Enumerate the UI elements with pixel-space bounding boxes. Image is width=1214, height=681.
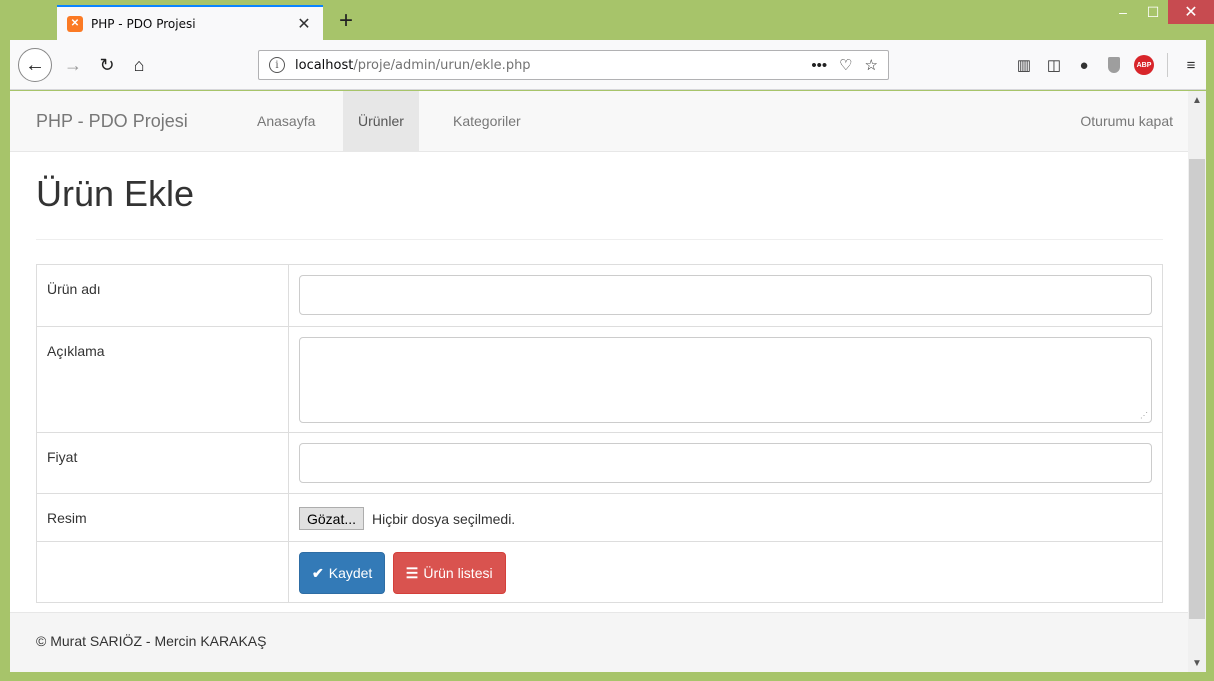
browser-window: ✕ PHP - PDO Projesi ✕ + – ☐ ✕ ← → ↻ ⌂ i … [0, 0, 1214, 681]
tab-close-icon[interactable]: ✕ [293, 13, 315, 35]
form-row-image: Resim Gözat... Hiçbir dosya seçilmedi. [37, 493, 1162, 541]
list-icon: ☰ [405, 564, 419, 581]
footer-text: © Murat SARIÖZ - Mercin KARAKAŞ [36, 633, 267, 649]
scroll-thumb[interactable] [1189, 159, 1205, 619]
price-input[interactable] [299, 443, 1152, 483]
url-bar[interactable]: i localhost/proje/admin/urun/ekle.php ••… [258, 50, 889, 80]
browser-tab[interactable]: ✕ PHP - PDO Projesi ✕ [57, 5, 323, 40]
hamburger-menu-icon[interactable]: ≡ [1176, 52, 1206, 78]
window-controls: – ☐ ✕ [1108, 0, 1214, 30]
site-navbar: PHP - PDO Projesi Anasayfa Ürünler Kateg… [10, 91, 1188, 152]
url-actions: ••• ♡ ☆ [811, 56, 878, 75]
info-icon[interactable]: i [269, 57, 285, 73]
form-row-name: Ürün adı [37, 265, 1162, 326]
extension-icon[interactable]: ● [1069, 52, 1099, 78]
sidebar-icon[interactable]: ◫ [1039, 52, 1069, 78]
toolbar-extensions: ▥ ◫ ● ABP ≡ [1009, 52, 1206, 78]
tab-strip: ✕ PHP - PDO Projesi ✕ + – ☐ ✕ [0, 0, 1214, 40]
forward-icon[interactable]: → [60, 52, 86, 78]
description-cell: ⋰ [289, 327, 1162, 432]
file-status: Hiçbir dosya seçilmedi. [372, 510, 516, 527]
shield-extension-icon[interactable] [1099, 52, 1129, 78]
price-cell [289, 433, 1162, 493]
form-row-price: Fiyat [37, 432, 1162, 493]
scroll-up-icon[interactable]: ▲ [1188, 91, 1206, 109]
image-label: Resim [37, 494, 289, 541]
file-input: Gözat... Hiçbir dosya seçilmedi. [299, 504, 1152, 530]
description-label: Açıklama [37, 327, 289, 432]
pocket-icon[interactable]: ♡ [839, 56, 852, 74]
product-list-button-label: Ürün listesi [423, 565, 493, 581]
adblock-plus-icon[interactable]: ABP [1129, 52, 1159, 78]
product-name-input[interactable] [299, 275, 1152, 315]
url-path: /proje/admin/urun/ekle.php [353, 57, 531, 73]
nav-toolbar: ← → ↻ ⌂ i localhost/proje/admin/urun/ekl… [10, 40, 1206, 90]
minimize-icon[interactable]: – [1108, 0, 1138, 24]
back-icon[interactable]: ← [18, 48, 52, 82]
url-text[interactable]: localhost/proje/admin/urun/ekle.php [295, 58, 811, 73]
abp-badge: ABP [1134, 55, 1154, 75]
site-footer: © Murat SARIÖZ - Mercin KARAKAŞ [10, 612, 1188, 672]
window-close-icon[interactable]: ✕ [1168, 0, 1214, 24]
page-actions-icon[interactable]: ••• [811, 57, 827, 74]
product-list-button[interactable]: ☰ Ürün listesi [392, 552, 506, 594]
form-row-actions: ✔ Kaydet ☰ Ürün listesi [37, 541, 1162, 602]
nav-link-kategoriler[interactable]: Kategoriler [438, 91, 536, 151]
new-tab-icon[interactable]: + [333, 8, 359, 34]
xampp-icon: ✕ [67, 15, 83, 32]
browse-button[interactable]: Gözat... [299, 507, 365, 530]
library-icon[interactable]: ▥ [1009, 52, 1039, 78]
nav-link-urunler[interactable]: Ürünler [343, 91, 419, 151]
tab-title: PHP - PDO Projesi [91, 16, 196, 31]
actions-cell: ✔ Kaydet ☰ Ürün listesi [289, 542, 1162, 602]
shield-icon [1108, 57, 1120, 73]
image-cell: Gözat... Hiçbir dosya seçilmedi. [289, 494, 1162, 541]
checkmark-icon: ✔ [312, 564, 324, 581]
form-row-description: Açıklama ⋰ [37, 326, 1162, 432]
reload-icon[interactable]: ↻ [94, 52, 120, 78]
vertical-scrollbar[interactable]: ▲ ▼ [1188, 91, 1206, 672]
actions-label-cell [37, 542, 289, 602]
maximize-icon[interactable]: ☐ [1138, 0, 1168, 24]
save-button-label: Kaydet [328, 565, 373, 581]
resize-grip-icon[interactable]: ⋰ [1140, 411, 1148, 420]
logout-link[interactable]: Oturumu kapat [1080, 91, 1173, 151]
description-textarea[interactable]: ⋰ [299, 337, 1152, 423]
bookmark-star-icon[interactable]: ☆ [865, 56, 878, 74]
name-cell [289, 265, 1162, 326]
save-button[interactable]: ✔ Kaydet [299, 552, 386, 594]
navbar-brand[interactable]: PHP - PDO Projesi [36, 111, 188, 132]
toolbar-separator [1167, 53, 1168, 77]
divider [36, 239, 1163, 240]
price-label: Fiyat [37, 433, 289, 493]
home-icon[interactable]: ⌂ [126, 52, 152, 78]
scroll-down-icon[interactable]: ▼ [1188, 654, 1206, 672]
page-title: Ürün Ekle [36, 173, 195, 214]
page-viewport: PHP - PDO Projesi Anasayfa Ürünler Kateg… [10, 91, 1206, 672]
url-host: localhost [295, 57, 354, 73]
name-label: Ürün adı [37, 265, 289, 326]
product-form: Ürün adı Açıklama ⋰ Fiyat Resim Gözat...… [36, 264, 1163, 603]
nav-link-anasayfa[interactable]: Anasayfa [242, 91, 330, 151]
